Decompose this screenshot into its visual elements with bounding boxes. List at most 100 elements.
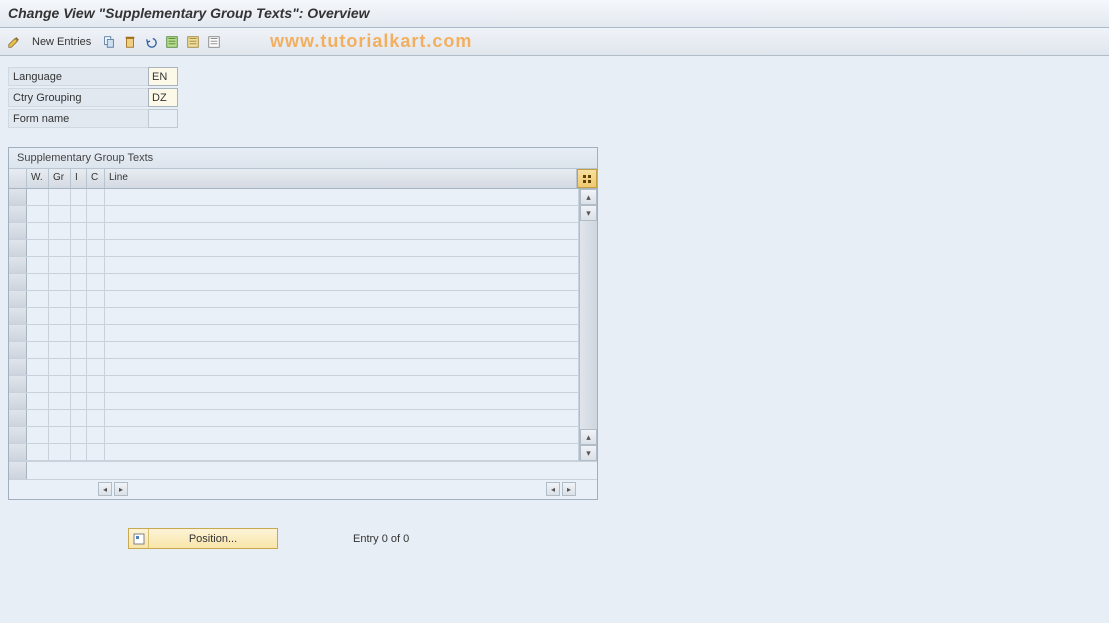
cell-line[interactable]: [105, 376, 579, 392]
cell-line[interactable]: [105, 257, 579, 273]
row-selector[interactable]: [9, 393, 27, 409]
grid-horizontal-scrollbar[interactable]: ◂ ▸ ◂ ▸: [9, 479, 597, 499]
cell-w[interactable]: [27, 342, 49, 358]
scroll-down-icon[interactable]: ▾: [580, 205, 597, 221]
table-row[interactable]: [9, 444, 579, 461]
cell-c[interactable]: [87, 223, 105, 239]
grid-header-line[interactable]: Line: [105, 169, 577, 188]
row-selector[interactable]: [9, 189, 27, 205]
cell-line[interactable]: [105, 223, 579, 239]
cell-w[interactable]: [27, 291, 49, 307]
cell-line[interactable]: [105, 393, 579, 409]
cell-gr[interactable]: [49, 240, 71, 256]
cell-gr[interactable]: [49, 410, 71, 426]
cell-w[interactable]: [27, 257, 49, 273]
copy-icon[interactable]: [100, 33, 118, 51]
cell-c[interactable]: [87, 206, 105, 222]
cell-c[interactable]: [87, 376, 105, 392]
cell-line[interactable]: [105, 308, 579, 324]
cell-i[interactable]: [71, 342, 87, 358]
cell-line[interactable]: [105, 325, 579, 341]
cell-c[interactable]: [87, 274, 105, 290]
cell-w[interactable]: [27, 376, 49, 392]
cell-i[interactable]: [71, 240, 87, 256]
cell-c[interactable]: [87, 240, 105, 256]
cell-w[interactable]: [27, 223, 49, 239]
select-all-icon[interactable]: [163, 33, 181, 51]
cell-w[interactable]: [27, 427, 49, 443]
row-selector[interactable]: [9, 257, 27, 273]
delete-icon[interactable]: [121, 33, 139, 51]
cell-i[interactable]: [71, 308, 87, 324]
scroll-track[interactable]: [580, 221, 597, 429]
row-selector[interactable]: [9, 206, 27, 222]
cell-line[interactable]: [105, 240, 579, 256]
cell-c[interactable]: [87, 410, 105, 426]
position-button[interactable]: Position...: [128, 528, 278, 549]
cell-line[interactable]: [105, 274, 579, 290]
row-selector[interactable]: [9, 308, 27, 324]
table-row[interactable]: [9, 376, 579, 393]
row-selector[interactable]: [9, 325, 27, 341]
deselect-all-icon[interactable]: [205, 33, 223, 51]
cell-i[interactable]: [71, 410, 87, 426]
row-selector[interactable]: [9, 427, 27, 443]
cell-w[interactable]: [27, 359, 49, 375]
cell-c[interactable]: [87, 189, 105, 205]
table-row[interactable]: [9, 342, 579, 359]
cell-i[interactable]: [71, 291, 87, 307]
cell-gr[interactable]: [49, 257, 71, 273]
row-selector[interactable]: [9, 223, 27, 239]
scroll-up-icon[interactable]: ▴: [580, 189, 597, 205]
cell-c[interactable]: [87, 444, 105, 460]
cell-gr[interactable]: [49, 393, 71, 409]
cell-c[interactable]: [87, 257, 105, 273]
grid-header-i[interactable]: I: [71, 169, 87, 188]
cell-w[interactable]: [27, 274, 49, 290]
change-icon[interactable]: [5, 33, 23, 51]
hscroll-right-icon[interactable]: ▸: [114, 482, 128, 496]
grid-header-w[interactable]: W.: [27, 169, 49, 188]
hscroll-right-end-icon[interactable]: ▸: [562, 482, 576, 496]
cell-c[interactable]: [87, 359, 105, 375]
cell-gr[interactable]: [49, 342, 71, 358]
cell-gr[interactable]: [49, 274, 71, 290]
cell-gr[interactable]: [49, 291, 71, 307]
row-selector[interactable]: [9, 359, 27, 375]
cell-gr[interactable]: [49, 444, 71, 460]
hscroll-left-icon[interactable]: ◂: [98, 482, 112, 496]
row-selector[interactable]: [9, 444, 27, 460]
ctry-grouping-field[interactable]: DZ: [148, 88, 178, 107]
cell-i[interactable]: [71, 325, 87, 341]
cell-line[interactable]: [105, 359, 579, 375]
table-row[interactable]: [9, 240, 579, 257]
table-row[interactable]: [9, 359, 579, 376]
cell-w[interactable]: [27, 393, 49, 409]
table-row[interactable]: [9, 427, 579, 444]
grid-config-icon[interactable]: [577, 169, 597, 188]
row-selector[interactable]: [9, 274, 27, 290]
grid-header-gr[interactable]: Gr: [49, 169, 71, 188]
cell-i[interactable]: [71, 393, 87, 409]
row-selector[interactable]: [9, 291, 27, 307]
cell-line[interactable]: [105, 342, 579, 358]
cell-w[interactable]: [27, 325, 49, 341]
table-row[interactable]: [9, 325, 579, 342]
cell-gr[interactable]: [49, 223, 71, 239]
cell-w[interactable]: [27, 240, 49, 256]
cell-gr[interactable]: [49, 376, 71, 392]
table-row[interactable]: [9, 223, 579, 240]
hscroll-track[interactable]: [129, 482, 545, 499]
table-row[interactable]: [9, 189, 579, 206]
cell-line[interactable]: [105, 189, 579, 205]
cell-line[interactable]: [105, 444, 579, 460]
table-row[interactable]: [9, 257, 579, 274]
cell-i[interactable]: [71, 223, 87, 239]
row-selector[interactable]: [9, 410, 27, 426]
table-row[interactable]: [9, 410, 579, 427]
cell-gr[interactable]: [49, 325, 71, 341]
grid-vertical-scrollbar[interactable]: ▴ ▾ ▴ ▾: [579, 189, 597, 461]
hscroll-left-end-icon[interactable]: ◂: [546, 482, 560, 496]
grid-header-c[interactable]: C: [87, 169, 105, 188]
table-row[interactable]: [9, 393, 579, 410]
